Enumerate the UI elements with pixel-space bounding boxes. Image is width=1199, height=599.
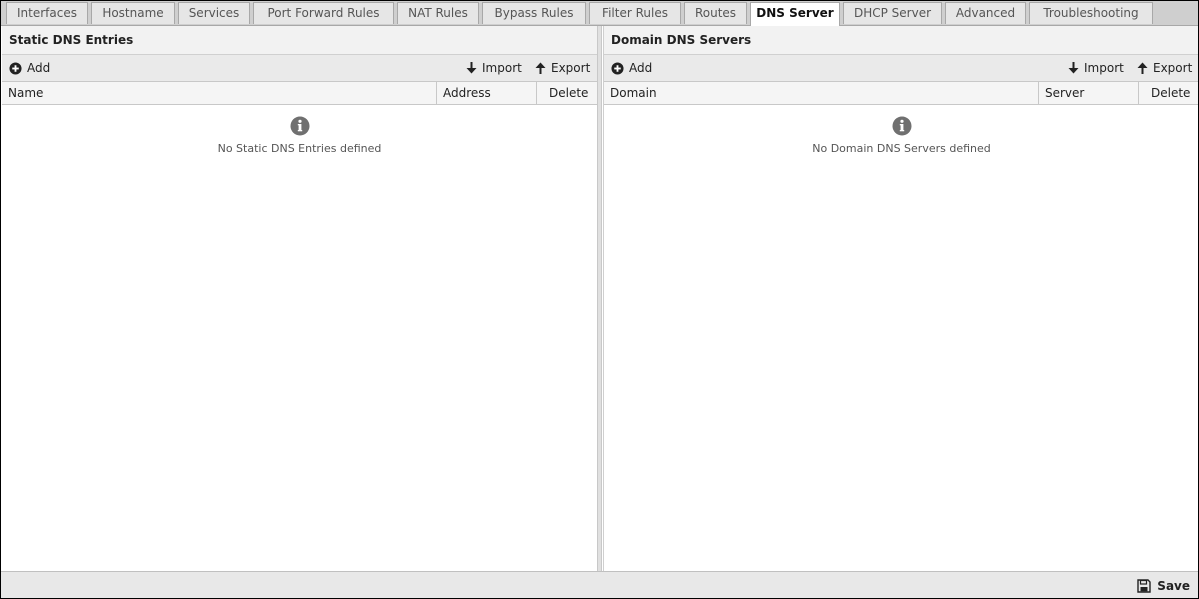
static-dns-panel: Static DNS Entries Add Import Export Nam…: [2, 26, 598, 571]
tab-dhcp-server[interactable]: DHCP Server: [843, 2, 942, 24]
domain-dns-empty-state: No Domain DNS Servers defined: [604, 116, 1198, 155]
tab-troubleshooting[interactable]: Troubleshooting: [1029, 2, 1153, 24]
plus-circle-icon: [9, 61, 22, 75]
info-circle-icon: [290, 116, 309, 136]
empty-message: No Domain DNS Servers defined: [812, 142, 991, 155]
info-circle-icon: [892, 116, 911, 136]
tab-services[interactable]: Services: [178, 2, 250, 24]
arrow-up-icon: [1137, 62, 1148, 74]
column-header-domain[interactable]: Domain: [604, 82, 1038, 104]
static-dns-import-button[interactable]: Import: [466, 55, 522, 81]
plus-circle-icon: [611, 61, 624, 75]
column-header-delete[interactable]: Delete: [536, 82, 597, 104]
empty-message: No Static DNS Entries defined: [217, 142, 382, 155]
tab-filter-rules[interactable]: Filter Rules: [589, 2, 681, 24]
tab-hostname[interactable]: Hostname: [91, 2, 175, 24]
domain-dns-add-button[interactable]: Add: [611, 55, 652, 81]
save-label: Save: [1157, 578, 1190, 593]
tab-advanced[interactable]: Advanced: [945, 2, 1026, 24]
export-label: Export: [551, 61, 591, 75]
panel-title: Domain DNS Servers: [604, 26, 1198, 55]
column-header-address[interactable]: Address: [436, 82, 536, 104]
import-label: Import: [482, 61, 522, 75]
tab-nat-rules[interactable]: NAT Rules: [397, 2, 479, 24]
arrow-up-icon: [535, 62, 546, 74]
tab-interfaces[interactable]: Interfaces: [6, 2, 88, 24]
column-header-server[interactable]: Server: [1038, 82, 1138, 104]
app-window: Interfaces Hostname Services Port Forwar…: [0, 0, 1199, 599]
static-dns-grid-header: Name Address Delete: [2, 82, 597, 105]
tab-bar: Interfaces Hostname Services Port Forwar…: [1, 1, 1198, 26]
panel-splitter[interactable]: [597, 26, 602, 571]
arrow-down-icon: [466, 62, 477, 74]
domain-dns-grid-header: Domain Server Delete: [604, 82, 1198, 105]
add-label: Add: [27, 61, 51, 75]
column-header-delete[interactable]: Delete: [1138, 82, 1198, 104]
export-label: Export: [1153, 61, 1193, 75]
domain-dns-import-button[interactable]: Import: [1068, 55, 1124, 81]
domain-dns-toolbar: Add Import Export: [604, 55, 1198, 82]
column-header-name[interactable]: Name: [2, 82, 436, 104]
import-label: Import: [1084, 61, 1124, 75]
floppy-disk-icon: [1137, 578, 1151, 593]
tab-port-forward-rules[interactable]: Port Forward Rules: [253, 2, 394, 24]
static-dns-empty-state: No Static DNS Entries defined: [2, 116, 597, 155]
footer-bar: Save: [1, 571, 1198, 598]
tab-bypass-rules[interactable]: Bypass Rules: [482, 2, 586, 24]
domain-dns-export-button[interactable]: Export: [1137, 55, 1192, 81]
save-button[interactable]: Save: [1137, 572, 1190, 598]
static-dns-export-button[interactable]: Export: [535, 55, 590, 81]
tab-dns-server[interactable]: DNS Server: [750, 2, 840, 26]
tab-routes[interactable]: Routes: [684, 2, 747, 24]
arrow-down-icon: [1068, 62, 1079, 74]
add-label: Add: [629, 61, 653, 75]
domain-dns-panel: Domain DNS Servers Add Import Export Dom…: [603, 26, 1198, 571]
static-dns-toolbar: Add Import Export: [2, 55, 597, 82]
panel-title: Static DNS Entries: [2, 26, 597, 55]
static-dns-add-button[interactable]: Add: [9, 55, 50, 81]
